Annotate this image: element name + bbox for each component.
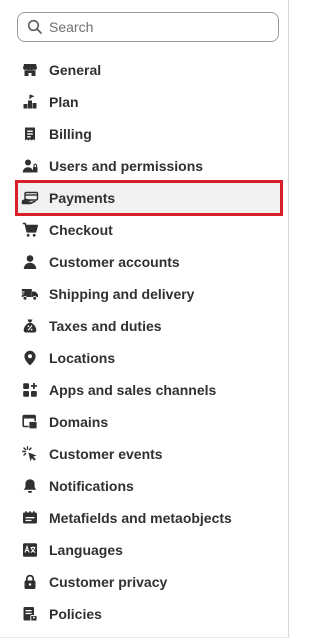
- nav-item-languages[interactable]: Languages: [17, 534, 281, 566]
- nav-item-customer-events[interactable]: Customer events: [17, 438, 281, 470]
- location-pin-icon: [21, 349, 39, 367]
- cursor-click-icon: [21, 445, 39, 463]
- nav-item-label: Plan: [49, 94, 79, 110]
- nav-item-label: Customer accounts: [49, 254, 180, 270]
- nav-item-locations[interactable]: Locations: [17, 342, 281, 374]
- nav-item-label: Notifications: [49, 478, 134, 494]
- nav-item-label: Customer events: [49, 446, 163, 462]
- nav-item-label: Metafields and metaobjects: [49, 510, 232, 526]
- person-icon: [21, 253, 39, 271]
- cart-icon: [21, 221, 39, 239]
- nav-item-label: Domains: [49, 414, 109, 430]
- payment-hand-icon: [21, 189, 39, 207]
- nav-item-label: Locations: [49, 350, 116, 366]
- nav-item-customer-privacy[interactable]: Customer privacy: [17, 566, 281, 598]
- nav-item-label: Taxes and duties: [49, 318, 162, 334]
- sidebar-divider: [288, 0, 289, 638]
- users-icon: [21, 157, 39, 175]
- nav-item-shipping-and-delivery[interactable]: Shipping and delivery: [17, 278, 281, 310]
- store-icon: [21, 61, 39, 79]
- nav-item-payments[interactable]: Payments: [15, 180, 283, 216]
- nav-item-label: Customer privacy: [49, 574, 168, 590]
- search-icon: [27, 19, 43, 35]
- nav-item-billing[interactable]: Billing: [17, 118, 281, 150]
- nav-item-users-and-permissions[interactable]: Users and permissions: [17, 150, 281, 182]
- language-icon: [21, 541, 39, 559]
- nav-item-checkout[interactable]: Checkout: [17, 214, 281, 246]
- nav-item-general[interactable]: General: [17, 54, 281, 86]
- apps-icon: [21, 381, 39, 399]
- domains-icon: [21, 413, 39, 431]
- search-box[interactable]: [17, 12, 279, 42]
- truck-icon: [21, 285, 39, 303]
- plan-icon: [21, 93, 39, 111]
- nav-item-notifications[interactable]: Notifications: [17, 470, 281, 502]
- policy-icon: [21, 605, 39, 623]
- nav-item-domains[interactable]: Domains: [17, 406, 281, 438]
- settings-nav: General Plan Billing Users and permissio…: [15, 54, 283, 630]
- search-input[interactable]: [49, 19, 259, 35]
- nav-item-label: Languages: [49, 542, 123, 558]
- nav-item-label: Users and permissions: [49, 158, 204, 174]
- nav-item-plan[interactable]: Plan: [17, 86, 281, 118]
- nav-item-label: Checkout: [49, 222, 113, 238]
- nav-item-label: General: [49, 62, 102, 78]
- bell-icon: [21, 477, 39, 495]
- metafields-icon: [21, 509, 39, 527]
- lock-icon: [21, 573, 39, 591]
- nav-item-policies[interactable]: Policies: [17, 598, 281, 630]
- tax-bag-icon: [21, 317, 39, 335]
- nav-item-metafields-and-metaobjects[interactable]: Metafields and metaobjects: [17, 502, 281, 534]
- nav-item-label: Policies: [49, 606, 102, 622]
- nav-item-apps-and-sales-channels[interactable]: Apps and sales channels: [17, 374, 281, 406]
- nav-item-label: Apps and sales channels: [49, 382, 217, 398]
- receipt-icon: [21, 125, 39, 143]
- nav-item-label: Payments: [49, 190, 116, 206]
- nav-item-label: Shipping and delivery: [49, 286, 195, 302]
- nav-item-taxes-and-duties[interactable]: Taxes and duties: [17, 310, 281, 342]
- nav-item-label: Billing: [49, 126, 92, 142]
- nav-item-customer-accounts[interactable]: Customer accounts: [17, 246, 281, 278]
